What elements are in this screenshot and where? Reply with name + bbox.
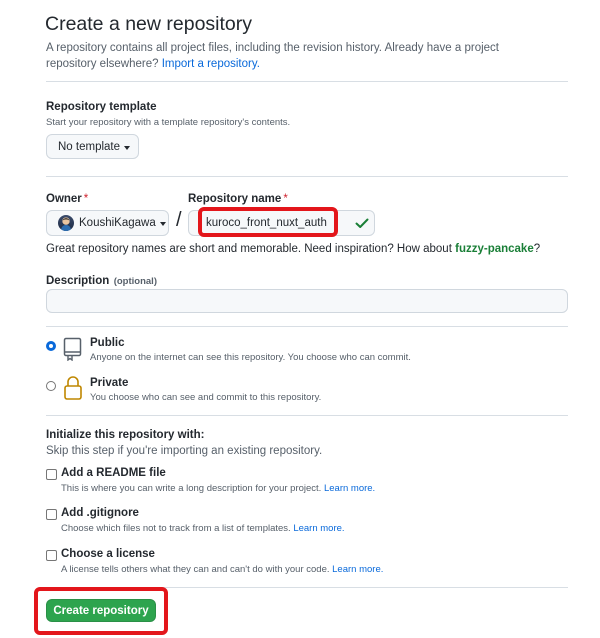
check-icon	[354, 215, 370, 231]
initialize-heading: Initialize this repository with:	[46, 429, 205, 441]
highlight-box-submit	[34, 587, 168, 635]
divider	[46, 415, 568, 416]
divider	[46, 326, 568, 327]
initialize-note: Skip this step if you're importing an ex…	[46, 445, 323, 457]
owner-repo-separator: /	[176, 209, 182, 231]
owner-select-button[interactable]: KoushiKagawa	[46, 210, 169, 236]
optional-tag: (optional)	[113, 276, 157, 287]
public-note: Anyone on the internet can see this repo…	[90, 352, 411, 363]
subtitle-text: A repository contains all project files,…	[46, 42, 499, 70]
private-radio[interactable]	[46, 381, 56, 391]
template-select-label: No template	[58, 140, 121, 153]
import-repository-link[interactable]: Import a repository.	[162, 58, 260, 70]
suggestion-link[interactable]: fuzzy-pancake	[455, 243, 534, 255]
gitignore-label[interactable]: Add .gitignore	[61, 507, 139, 519]
license-learn-more-link[interactable]: Learn more.	[332, 564, 383, 575]
description-input[interactable]	[46, 289, 568, 313]
description-label: Description (optional)	[46, 275, 157, 287]
page-title: Create a new repository	[45, 13, 253, 35]
owner-value: KoushiKagawa	[79, 217, 156, 229]
template-note: Start your repository with a template re…	[46, 117, 291, 128]
license-checkbox[interactable]	[46, 550, 57, 561]
gitignore-learn-more-link[interactable]: Learn more.	[293, 523, 344, 534]
gitignore-checkbox[interactable]	[46, 509, 57, 520]
highlight-box-repo-name	[198, 207, 338, 237]
readme-note: This is where you can write a long descr…	[61, 483, 376, 494]
repository-name-label: Repository name *	[188, 193, 288, 205]
avatar	[58, 215, 74, 231]
page-subtitle: A repository contains all project files,…	[46, 40, 546, 72]
readme-label[interactable]: Add a README file	[61, 467, 166, 479]
private-label[interactable]: Private	[90, 377, 128, 389]
license-note: A license tells others what they can and…	[61, 564, 384, 575]
readme-checkbox[interactable]	[46, 469, 57, 480]
private-note: You choose who can see and commit to thi…	[90, 392, 322, 403]
repo-icon	[62, 337, 84, 362]
gitignore-note: Choose which files not to track from a l…	[61, 523, 345, 534]
template-select-button[interactable]: No template	[46, 134, 139, 159]
lock-icon	[62, 375, 84, 401]
owner-label: Owner *	[46, 193, 89, 205]
caret-down-icon	[124, 145, 131, 150]
divider	[46, 176, 568, 177]
caret-down-icon	[159, 222, 166, 226]
public-radio[interactable]	[46, 341, 56, 351]
readme-learn-more-link[interactable]: Learn more.	[324, 483, 375, 494]
name-hint: Great repository names are short and mem…	[46, 243, 541, 255]
public-label[interactable]: Public	[90, 337, 125, 349]
template-label: Repository template	[46, 101, 157, 113]
license-label[interactable]: Choose a license	[61, 548, 155, 560]
divider	[46, 81, 568, 82]
